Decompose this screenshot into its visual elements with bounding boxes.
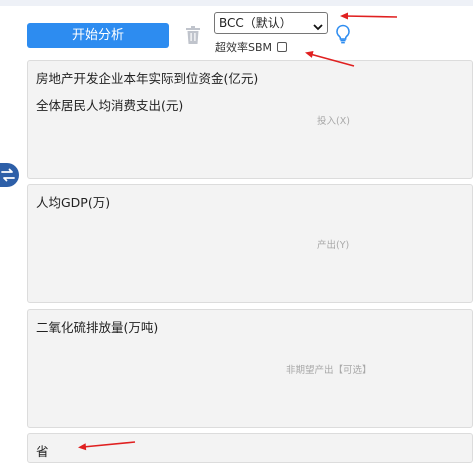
undesirable-hint: 非期望产出【可选】 bbox=[286, 365, 372, 376]
input-variables-panel[interactable]: 房地产开发企业本年实际到位资金(亿元) 全体居民人均消费支出(元) 投入(X) bbox=[27, 60, 473, 179]
start-analysis-button[interactable]: 开始分析 bbox=[27, 23, 169, 48]
sbm-checkbox[interactable] bbox=[277, 42, 288, 52]
variable-item[interactable]: 房地产开发企业本年实际到位资金(亿元) bbox=[36, 68, 258, 87]
variable-item[interactable]: 全体居民人均消费支出(元) bbox=[36, 95, 183, 114]
output-variables-panel[interactable]: 人均GDP(万) 产出(Y) bbox=[27, 184, 473, 303]
model-select-value: BCC（默认） bbox=[219, 16, 292, 30]
variable-item[interactable]: 二氧化硫排放量(万吨) bbox=[36, 317, 158, 336]
trash-icon[interactable] bbox=[185, 26, 201, 44]
top-strip bbox=[0, 0, 473, 6]
sbm-option: 超效率SBM bbox=[215, 39, 288, 55]
lightbulb-icon[interactable] bbox=[335, 24, 351, 44]
undesirable-output-panel[interactable]: 二氧化硫排放量(万吨) 非期望产出【可选】 bbox=[27, 309, 473, 428]
variable-item[interactable]: 省 bbox=[36, 441, 49, 460]
output-hint: 产出(Y) bbox=[317, 240, 350, 251]
chevron-down-icon bbox=[313, 18, 323, 31]
id-variable-panel[interactable]: 省 bbox=[27, 433, 473, 463]
variable-item[interactable]: 人均GDP(万) bbox=[36, 192, 110, 211]
sbm-label: 超效率SBM bbox=[215, 41, 273, 54]
swap-icon[interactable] bbox=[0, 163, 19, 187]
input-hint: 投入(X) bbox=[317, 116, 350, 127]
model-select[interactable]: BCC（默认） bbox=[214, 12, 328, 34]
